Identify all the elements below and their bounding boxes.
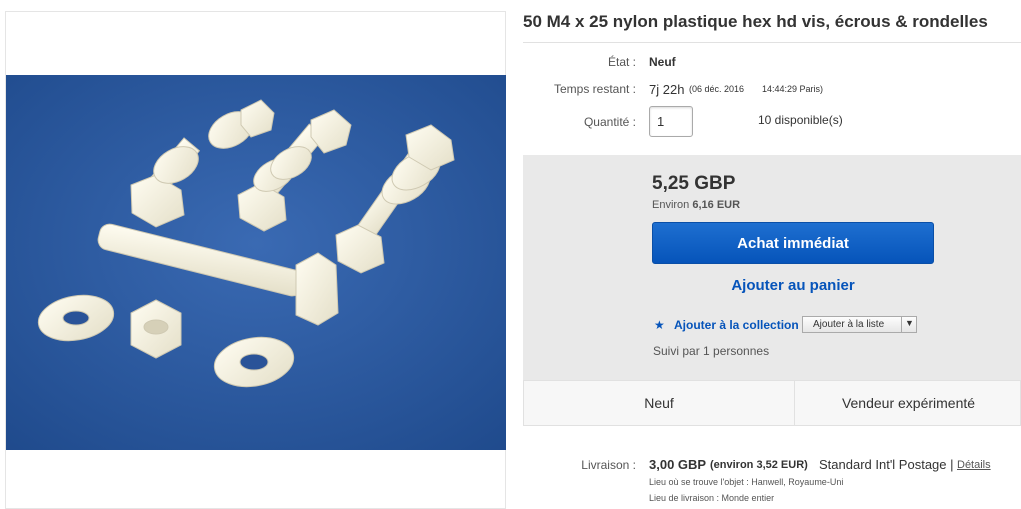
shipping-price: 3,00 GBP <box>649 457 707 472</box>
item-location: Lieu où se trouve l'objet : Hanwell, Roy… <box>649 477 844 487</box>
price: 5,25 GBP <box>652 173 736 194</box>
shipping-approx-prefix: (environ <box>710 459 754 471</box>
add-to-list-label: Ajouter à la liste <box>813 319 885 330</box>
buy-box <box>523 155 1021 380</box>
buy-now-button[interactable]: Achat immédiat <box>652 222 934 264</box>
add-to-list-dropdown[interactable]: Ajouter à la liste ▼ <box>802 316 917 333</box>
shipping-method: Standard Int'l Postage | <box>819 457 954 472</box>
ships-to: Lieu de livraison : Monde entier <box>649 493 775 503</box>
listing-title: 50 M4 x 25 nylon plastique hex hd vis, é… <box>523 12 988 31</box>
shipping-approx: (environ 3,52 EUR) <box>710 459 808 471</box>
price-approx: Environ 6,16 EUR <box>652 199 740 211</box>
seller-badge: Vendeur expérimenté <box>794 381 1021 425</box>
shipping-approx-value: 3,52 EUR) <box>756 459 808 471</box>
product-photo[interactable] <box>6 75 506 450</box>
star-icon[interactable]: ★ <box>654 318 665 332</box>
chevron-down-icon[interactable]: ▼ <box>905 318 914 328</box>
approx-value: 6,16 EUR <box>692 199 741 211</box>
time-left-label: Temps restant : <box>553 82 636 96</box>
add-to-cart-button[interactable]: Ajouter au panier <box>652 273 934 297</box>
dropdown-divider <box>901 317 902 332</box>
badges-bar: Neuf Vendeur expérimenté <box>523 380 1021 426</box>
shipping-label: Livraison : <box>581 458 636 472</box>
title-divider <box>523 42 1021 43</box>
available-count: 10 disponible(s) <box>758 113 843 127</box>
time-left-value: 7j 22h <box>649 82 685 97</box>
quantity-input[interactable] <box>649 106 693 137</box>
end-date: (06 déc. 2016 <box>689 84 745 94</box>
condition-badge: Neuf <box>644 395 674 411</box>
watchers-count: Suivi par 1 personnes <box>653 344 770 358</box>
end-time: 14:44:29 Paris) <box>762 84 824 94</box>
condition-value: Neuf <box>649 55 676 69</box>
add-to-collection-link[interactable]: Ajouter à la collection <box>674 318 799 332</box>
approx-prefix: Environ <box>652 199 690 211</box>
shipping-details-link[interactable]: Détails <box>957 459 991 471</box>
condition-label: État : <box>607 55 636 69</box>
quantity-label: Quantité : <box>583 115 636 129</box>
